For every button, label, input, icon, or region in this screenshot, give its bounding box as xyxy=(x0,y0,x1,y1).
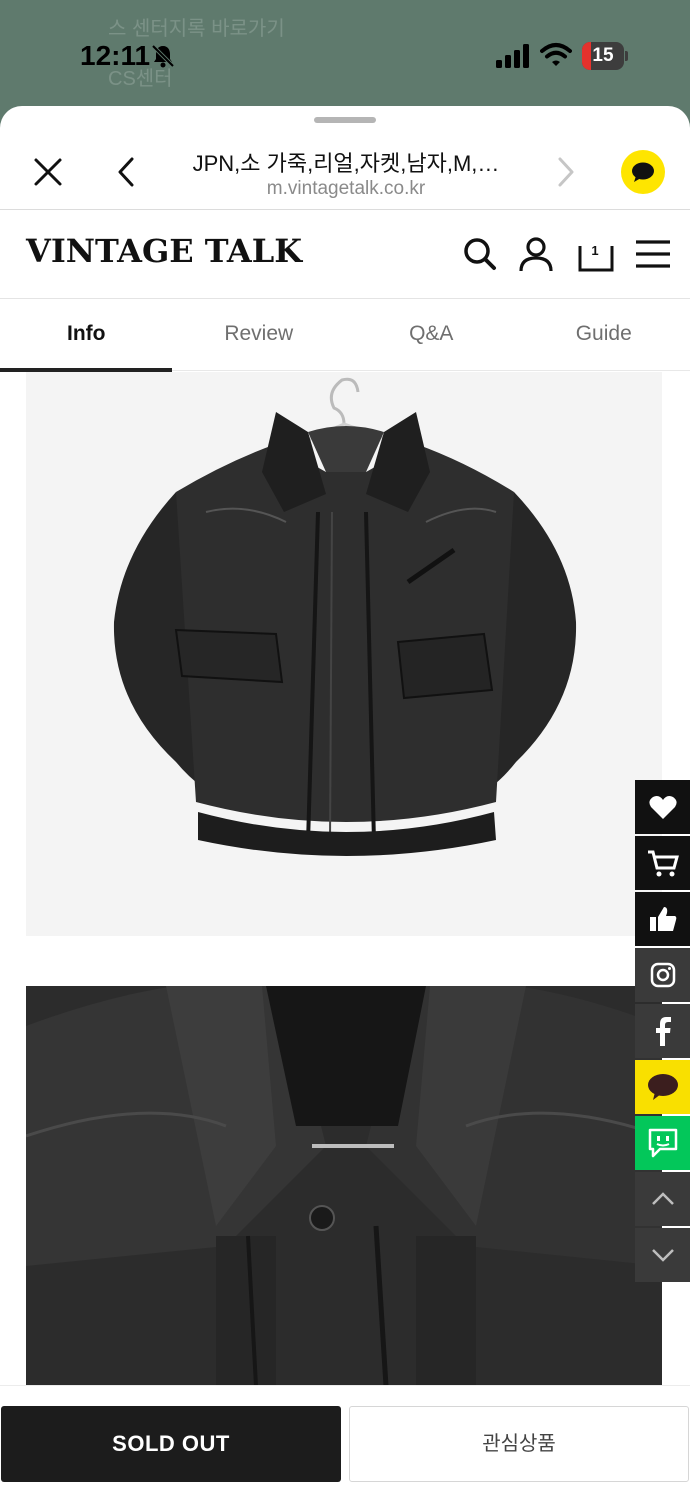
product-image-closeup[interactable] xyxy=(26,986,662,1386)
product-image-front[interactable] xyxy=(26,372,662,936)
side-cart-button[interactable] xyxy=(635,836,690,890)
chevron-up-icon xyxy=(651,1192,674,1205)
battery-tip xyxy=(625,51,628,61)
menu-icon[interactable] xyxy=(634,234,674,274)
status-bar: 스 센터지록 바로가기 CS센터 12:11 15 xyxy=(0,0,690,106)
tab-guide[interactable]: Guide xyxy=(518,299,690,371)
kakao-chat-icon xyxy=(647,1074,678,1100)
status-time: 12:11 xyxy=(80,40,151,71)
kakaotalk-icon xyxy=(632,162,654,182)
wifi-icon xyxy=(540,43,572,66)
side-instagram-button[interactable] xyxy=(635,948,690,1002)
page-title: JPN,소 가죽,리얼,자켓,남자,M,… xyxy=(192,151,500,176)
page-domain[interactable]: m.vintagetalk.co.kr xyxy=(160,178,532,200)
side-scroll-up-button[interactable] xyxy=(635,1172,690,1226)
naver-talk-icon xyxy=(648,1128,677,1158)
side-facebook-button[interactable] xyxy=(635,1004,690,1058)
app-screen: 스 센터지록 바로가기 CS센터 12:11 15 JPN,소 가죽,리얼,자켓… xyxy=(0,0,690,1500)
sheet-grabber[interactable] xyxy=(314,117,376,123)
site-logo[interactable]: VINTAGE TALK xyxy=(26,232,302,270)
chevron-right-icon[interactable] xyxy=(552,154,580,190)
kakaotalk-button[interactable] xyxy=(621,150,665,194)
product-tabs: Info Review Q&A Guide xyxy=(0,299,690,372)
close-icon[interactable] xyxy=(30,154,66,190)
user-icon[interactable] xyxy=(516,234,556,274)
side-like-button[interactable] xyxy=(635,892,690,946)
bottom-action-bar: SOLD OUT 관심상품 xyxy=(0,1385,690,1500)
wishlist-button[interactable]: 관심상품 xyxy=(349,1406,689,1482)
heart-icon xyxy=(648,796,677,819)
battery-level: 15 xyxy=(592,45,614,66)
floating-side-buttons xyxy=(635,780,690,1284)
side-heart-button[interactable] xyxy=(635,780,690,834)
cart-count: 1 xyxy=(591,243,599,258)
instagram-icon xyxy=(650,962,675,988)
browser-divider xyxy=(0,209,690,210)
jacket-front-illustration xyxy=(113,377,577,856)
in-app-browser-sheet: JPN,소 가죽,리얼,자켓,남자,M,… m.vintagetalk.co.k… xyxy=(0,106,690,1500)
side-naver-talk-button[interactable] xyxy=(635,1116,690,1170)
jacket-collar-closeup xyxy=(26,986,662,1386)
side-scroll-down-button[interactable] xyxy=(635,1228,690,1282)
side-kakao-button[interactable] xyxy=(635,1060,690,1114)
cart-icon xyxy=(647,850,679,877)
sold-out-button[interactable]: SOLD OUT xyxy=(1,1406,341,1482)
thumbs-up-icon xyxy=(649,907,676,931)
tab-qna[interactable]: Q&A xyxy=(345,299,518,371)
behind-text-1: 스 센터지록 바로가기 xyxy=(108,18,285,40)
cart-button[interactable]: 1 xyxy=(578,234,618,274)
tab-info[interactable]: Info xyxy=(0,299,173,372)
tab-review[interactable]: Review xyxy=(173,299,346,371)
facebook-icon xyxy=(655,1017,671,1046)
chevron-down-icon xyxy=(651,1249,674,1262)
chevron-left-icon[interactable] xyxy=(112,154,140,190)
bell-slash-icon xyxy=(151,44,175,68)
battery-indicator: 15 xyxy=(582,42,628,70)
search-icon[interactable] xyxy=(460,234,500,274)
signal-icon xyxy=(496,44,529,68)
battery-body: 15 xyxy=(582,42,624,70)
